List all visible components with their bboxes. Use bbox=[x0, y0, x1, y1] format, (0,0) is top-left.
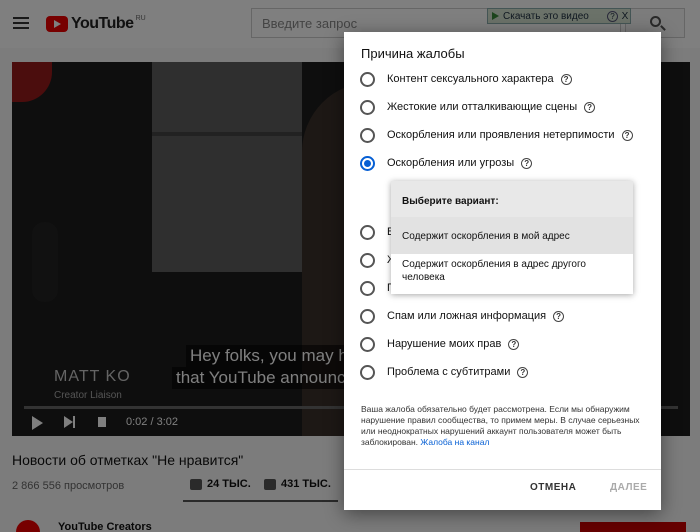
help-icon[interactable]: ? bbox=[621, 129, 633, 141]
option-label: Проблема с субтитрами bbox=[387, 366, 511, 378]
help-icon[interactable]: ? bbox=[517, 366, 529, 378]
radio-button[interactable] bbox=[360, 71, 375, 87]
next-button[interactable]: ДАЛЕЕ bbox=[610, 482, 647, 493]
option-label: Оскорбления или угрозы bbox=[387, 157, 515, 169]
radio-button[interactable] bbox=[360, 336, 375, 352]
help-icon[interactable]: ? bbox=[560, 73, 572, 85]
radio-button-selected[interactable] bbox=[360, 155, 375, 171]
option-label: Оскорбления или проявления нетерпимости bbox=[387, 129, 615, 141]
radio-button[interactable] bbox=[360, 252, 375, 268]
harassment-subtype-dropdown: Выберите вариант: Содержит оскорбления в… bbox=[391, 181, 633, 294]
dialog-title: Причина жалобы bbox=[361, 46, 465, 61]
option-label: Спам или ложная информация bbox=[387, 310, 547, 322]
help-icon[interactable]: ? bbox=[508, 338, 520, 350]
report-option-5[interactable]: В bbox=[360, 222, 394, 242]
radio-button[interactable] bbox=[360, 308, 375, 324]
option-label: Нарушение моих прав bbox=[387, 338, 502, 350]
cancel-button[interactable]: ОТМЕНА bbox=[530, 482, 576, 493]
radio-button[interactable] bbox=[360, 99, 375, 115]
help-icon[interactable]: ? bbox=[553, 310, 565, 322]
radio-button[interactable] bbox=[360, 364, 375, 380]
report-option-hateful[interactable]: Оскорбления или проявления нетерпимости … bbox=[360, 125, 633, 145]
notice-text: Ваша жалоба обязательно будет рассмотрен… bbox=[361, 404, 640, 447]
dropdown-option-other[interactable]: Содержит оскорбления в адрес другого чел… bbox=[391, 254, 633, 284]
report-option-sexual[interactable]: Контент сексуального характера ? bbox=[360, 69, 572, 89]
report-channel-link[interactable]: Жалоба на канал bbox=[420, 437, 489, 447]
radio-button[interactable] bbox=[360, 224, 375, 240]
report-option-violent[interactable]: Жестокие или отталкивающие сцены ? bbox=[360, 97, 596, 117]
report-notice: Ваша жалоба обязательно будет рассмотрен… bbox=[361, 404, 643, 448]
report-dialog: Причина жалобы Контент сексуального хара… bbox=[344, 32, 661, 510]
dropdown-option-self[interactable]: Содержит оскорбления в мой адрес bbox=[391, 217, 633, 254]
dropdown-header: Выберите вариант: bbox=[391, 181, 633, 217]
help-icon[interactable]: ? bbox=[584, 101, 596, 113]
report-option-7[interactable]: П bbox=[360, 278, 395, 298]
report-option-spam[interactable]: Спам или ложная информация ? bbox=[360, 306, 565, 326]
radio-button[interactable] bbox=[360, 127, 375, 143]
dialog-divider bbox=[344, 469, 661, 470]
radio-button[interactable] bbox=[360, 280, 375, 296]
report-option-harassment[interactable]: Оскорбления или угрозы ? bbox=[360, 153, 533, 173]
option-label: Жестокие или отталкивающие сцены bbox=[387, 101, 578, 113]
option-label: Контент сексуального характера bbox=[387, 73, 554, 85]
report-option-rights[interactable]: Нарушение моих прав ? bbox=[360, 334, 520, 354]
help-icon[interactable]: ? bbox=[521, 157, 533, 169]
report-option-captions[interactable]: Проблема с субтитрами ? bbox=[360, 362, 529, 382]
